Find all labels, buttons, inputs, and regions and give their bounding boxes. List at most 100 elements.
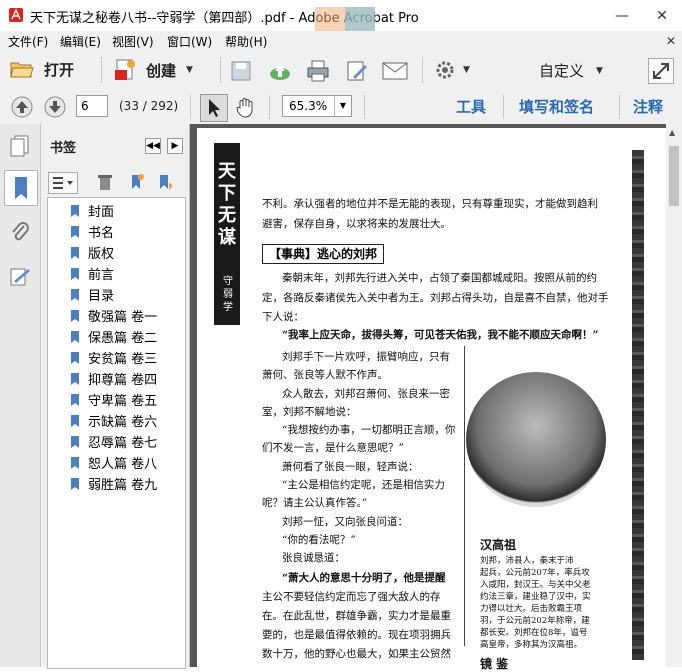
toolbar-separator	[364, 95, 365, 119]
comment-pane-link[interactable]: 注释	[633, 96, 663, 117]
save-icon[interactable]	[230, 60, 252, 82]
zoom-value: 65.3%	[289, 99, 328, 113]
close-window-button[interactable]: ✕	[642, 0, 682, 31]
body-line: “我率上应天命，拔得头筹，可见苍天佑我，我不能不顺应天命啊！”	[282, 329, 599, 341]
print-icon[interactable]	[306, 59, 330, 83]
caption-line: 力得以壮大。后击败霸王项	[480, 604, 583, 614]
intro-line: 避害，保存自身，以求将来的发展壮大。	[262, 218, 451, 230]
bookmark-icon	[71, 456, 79, 469]
intro-line: 不利。承认强者的地位并不是无能的表现，只有尊重现实，才能做到趋利	[262, 198, 598, 210]
signatures-icon[interactable]	[8, 265, 32, 289]
column-divider	[464, 346, 465, 646]
vertical-scrollbar[interactable]: ▲	[666, 124, 682, 667]
expand-bookmark-icon[interactable]	[155, 172, 175, 192]
bookmark-icon	[71, 204, 79, 217]
close-document-button[interactable]: ✕	[666, 34, 676, 48]
body-line: 呢？请主公认真作答。”	[262, 497, 368, 509]
bookmark-list: 封面 书名 版权 前言 目录 敬强篇 卷一 保愚篇 卷二 安贫篇 卷三 抑尊篇 …	[47, 197, 186, 669]
edit-document-icon[interactable]	[345, 59, 369, 83]
next-page-icon[interactable]	[43, 95, 67, 119]
previous-page-icon[interactable]	[10, 95, 34, 119]
trash-icon[interactable]	[96, 172, 114, 192]
list-item[interactable]: 忍辱篇 卷七	[70, 431, 157, 452]
scroll-up-icon[interactable]: ▲	[669, 128, 675, 137]
list-item[interactable]: 书名	[70, 221, 114, 242]
bookmark-icon	[71, 351, 79, 364]
caption-line: 约法三章，建业稳了汉中，实	[480, 592, 591, 602]
open-button[interactable]: 打开	[10, 58, 74, 80]
panel-menu-button[interactable]: ▶	[167, 138, 183, 154]
minimize-button[interactable]: —	[602, 0, 642, 31]
list-item[interactable]: 弱胜篇 卷九	[70, 473, 157, 494]
list-item[interactable]: 前言	[70, 263, 114, 284]
caption-line: 起兵，公元前207年，率兵攻	[480, 568, 590, 578]
zoom-select[interactable]: 65.3% ▼	[282, 95, 352, 117]
menu-window[interactable]: 窗口(W)	[167, 33, 212, 50]
body-line: 萧何看了张良一眼，轻声说：	[282, 461, 419, 473]
bookmark-icon	[71, 414, 79, 427]
bookmarks-tab[interactable]	[4, 170, 38, 206]
caption-line: 刘邦，沛县人，秦末于沛	[480, 556, 574, 566]
folder-open-icon	[10, 62, 34, 78]
bookmark-icon	[15, 177, 27, 199]
bookmark-options-button[interactable]	[48, 172, 78, 194]
body-line: 要的，也是最值得依赖的。现在项羽拥兵	[262, 629, 451, 641]
body-line: “萧大人的意思十分明了，他是提醒	[282, 572, 446, 584]
caption-title: 汉高祖	[480, 538, 517, 552]
page-number-input[interactable]: 6	[76, 95, 108, 117]
list-item[interactable]: 版权	[70, 242, 114, 263]
scrollbar-thumb[interactable]	[669, 146, 679, 206]
list-item[interactable]: 目录	[70, 284, 114, 305]
bookmark-icon	[71, 372, 79, 385]
menu-help[interactable]: 帮助(H)	[225, 33, 267, 50]
email-icon[interactable]	[382, 61, 408, 81]
body-line: “我想按约办事，一切都明正言顺，你	[282, 424, 456, 436]
list-item[interactable]: 抑尊篇 卷四	[70, 368, 157, 389]
body-line: 定，各路反秦诸侯先入关中者为王。刘邦占得头功，自是喜不自禁，他对手	[262, 292, 609, 304]
body-line: 刘邦一怔，又向张良问道：	[282, 516, 408, 528]
section-heading: 【事典】逃心的刘邦	[262, 244, 385, 264]
toolbar-separator	[269, 95, 270, 119]
chevron-down-icon: ▼	[463, 65, 470, 75]
body-line: 众人散去，刘邦召萧何、张良来一密	[282, 388, 450, 400]
bookmarks-panel: 书签 ◀◀ ▶ 封面 书名 版权 前言 目录 敬强篇 卷一 保愚篇 卷二 安贫篇	[41, 124, 190, 669]
create-button[interactable]: 创建 ▼	[114, 58, 193, 82]
customize-button[interactable]: 自定义 ▼	[539, 60, 603, 81]
chevron-right-icon: ▶	[171, 141, 179, 151]
tools-pane-link[interactable]: 工具	[456, 96, 486, 117]
new-bookmark-icon[interactable]	[126, 172, 146, 192]
bookmark-icon	[71, 330, 79, 343]
body-line: 下人说：	[262, 311, 304, 323]
paperclip-icon[interactable]	[9, 219, 31, 245]
hand-tool-icon[interactable]	[234, 95, 258, 119]
menu-view[interactable]: 视图(V)	[112, 33, 154, 50]
title-bar: 天下无谋之秘卷八书--守弱学（第四部）.pdf - Adobe Acrobat …	[0, 0, 682, 41]
book-spine-subtitle: 守弱学	[223, 276, 233, 313]
bookmark-icon	[71, 477, 79, 490]
bookmark-icon	[71, 309, 79, 322]
bookmark-icon	[71, 225, 79, 238]
menu-edit[interactable]: 编辑(E)	[60, 33, 101, 50]
list-item[interactable]: 示缺篇 卷六	[70, 410, 157, 431]
caption-line: 都长安。刘邦在位8年，谥号	[480, 628, 588, 638]
toolbar-separator	[220, 57, 221, 83]
chevron-down-icon: ▼	[186, 65, 193, 75]
collapse-panel-button[interactable]: ◀◀	[145, 138, 161, 154]
page-thumbnails-icon[interactable]	[9, 134, 31, 158]
expand-view-button[interactable]	[648, 58, 674, 84]
select-tool-button[interactable]	[200, 94, 228, 122]
fill-sign-pane-link[interactable]: 填写和签名	[519, 96, 594, 117]
gear-icon	[436, 61, 454, 79]
menu-file[interactable]: 文件(F)	[8, 33, 48, 50]
list-item[interactable]: 安贫篇 卷三	[70, 347, 157, 368]
list-item[interactable]: 敬强篇 卷一	[70, 305, 157, 326]
list-item[interactable]: 恕人篇 卷八	[70, 452, 157, 473]
caption-line: 高皇帝，多称其为汉高祖。	[480, 640, 583, 650]
chevron-down-icon[interactable]: ▼	[334, 96, 351, 116]
cloud-upload-icon[interactable]	[268, 59, 292, 83]
list-item[interactable]: 封面	[70, 200, 114, 221]
settings-button[interactable]: ▼	[435, 60, 470, 80]
caption-line: 羽，于公元前202年称帝，建	[480, 616, 590, 626]
list-item[interactable]: 保愚篇 卷二	[70, 326, 157, 347]
list-item[interactable]: 守卑篇 卷五	[70, 389, 157, 410]
